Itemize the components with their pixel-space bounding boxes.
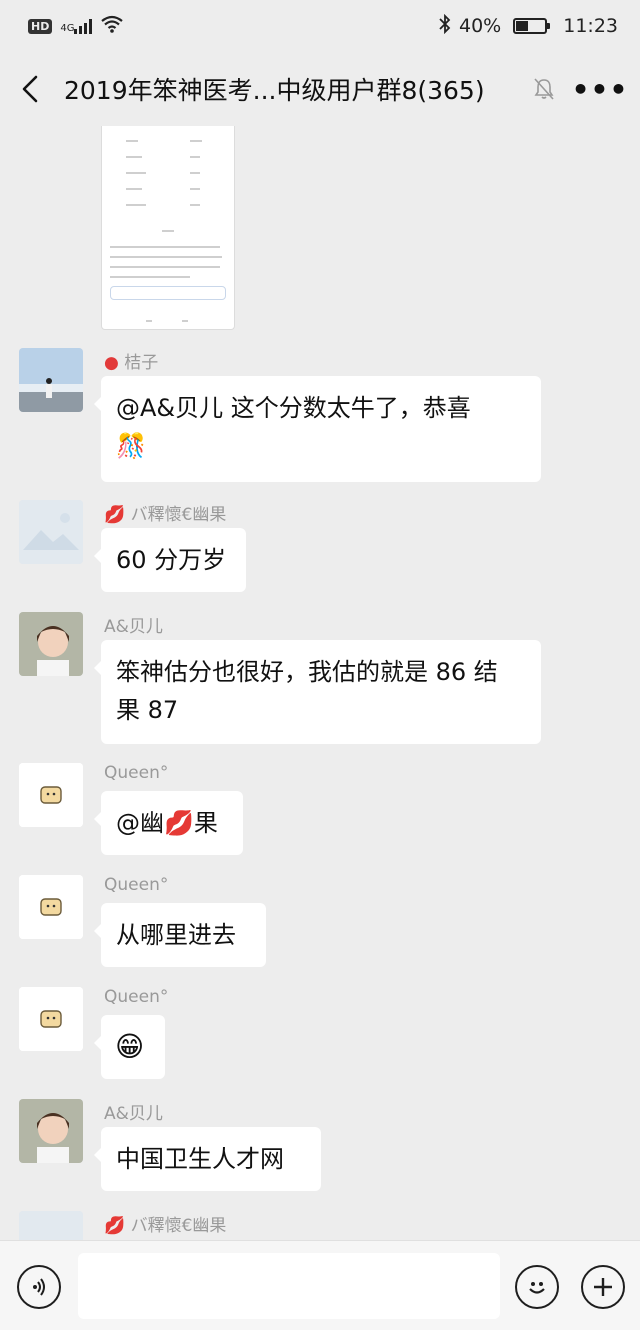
avatar[interactable] <box>19 987 83 1051</box>
message-bubble[interactable]: 60 分万岁 <box>94 528 246 592</box>
sender-name: Queen° <box>104 875 169 895</box>
message-bubble[interactable]: 笨神估分也很好，我估的就是 86 结 果 87 <box>94 640 541 744</box>
battery-percent: 40% <box>459 15 502 37</box>
message-text: 60 分万岁 <box>116 546 227 574</box>
clock: 11:23 <box>563 15 618 37</box>
input-bar <box>0 1240 640 1330</box>
celebration-emoji: 🎊 <box>116 432 146 460</box>
signal-icon: 4G <box>60 18 93 34</box>
avatar[interactable] <box>19 1211 83 1240</box>
avatar[interactable] <box>19 348 83 412</box>
chat-title: 2019年笨神医考...中级用户群8(365) <box>64 76 485 105</box>
plus-button[interactable] <box>581 1265 625 1309</box>
sender-label: 桔子 <box>124 353 159 373</box>
more-button[interactable]: ••• <box>572 69 628 109</box>
avatar[interactable] <box>19 763 83 827</box>
lips-icon: 💋 <box>104 1216 126 1236</box>
bluetooth-icon <box>439 13 451 39</box>
sender-name: Queen° <box>104 987 169 1007</box>
back-button[interactable] <box>20 69 50 109</box>
message-bubble[interactable]: 😁 <box>94 1015 165 1079</box>
message-text: @A&贝儿 这个分数太牛了，恭喜 <box>116 394 471 422</box>
sender-name: 💋 バ釋懷€幽果 <box>104 1211 226 1236</box>
sender-name: Queen° <box>104 763 169 783</box>
image-message-thumbnail[interactable] <box>101 126 235 330</box>
bell-off-icon <box>526 71 562 107</box>
message-bubble[interactable]: @幽💋果 <box>94 791 243 855</box>
lips-icon: 💋 <box>104 505 126 525</box>
avatar[interactable] <box>19 1099 83 1163</box>
emoji-button[interactable] <box>515 1265 559 1309</box>
message-text: 笨神估分也很好，我估的就是 86 结 <box>116 658 498 686</box>
message-bubble[interactable]: @A&贝儿 这个分数太牛了，恭喜 🎊 <box>94 376 541 482</box>
status-left: HD 4G <box>28 15 124 38</box>
chevron-left-icon <box>22 75 38 103</box>
sender-label: バ釋懷€幽果 <box>130 1216 227 1236</box>
lips-emoji: 💋 <box>164 809 194 837</box>
voice-button[interactable] <box>17 1265 61 1309</box>
sender-name: A&贝儿 <box>104 1104 163 1124</box>
battery-icon <box>513 18 551 34</box>
network-type: 4G <box>60 23 75 34</box>
message-text: 中国卫生人才网 <box>116 1145 284 1173</box>
message-list[interactable]: ● 桔子 @A&贝儿 这个分数太牛了，恭喜 🎊 💋 バ釋懷€幽果 60 分万岁 … <box>0 126 640 1240</box>
message-text: 果 <box>193 809 218 837</box>
message-input[interactable] <box>78 1253 500 1319</box>
smiley-icon <box>529 1282 545 1294</box>
chat-header: 2019年笨神医考...中级用户群8(365) ••• <box>0 52 640 126</box>
message-bubble[interactable]: 从哪里进去 <box>94 903 266 967</box>
status-bar: HD 4G 40% 11:23 <box>0 0 640 52</box>
balloon-icon: ● <box>104 353 119 373</box>
plus-icon <box>594 1278 612 1296</box>
message-text: 从哪里进去 <box>116 921 236 949</box>
status-right: 40% 11:23 <box>439 13 618 39</box>
hd-badge: HD <box>28 18 53 34</box>
grinning-emoji: 😁 <box>115 1030 145 1063</box>
wifi-icon <box>100 15 124 38</box>
message-text: @幽 <box>116 809 164 837</box>
sender-name: A&贝儿 <box>104 617 163 637</box>
avatar[interactable] <box>19 875 83 939</box>
avatar[interactable] <box>19 500 83 564</box>
message-bubble[interactable]: 中国卫生人才网 <box>94 1127 321 1191</box>
avatar[interactable] <box>19 612 83 676</box>
message-text: 果 87 <box>116 696 179 724</box>
sender-label: バ釋懷€幽果 <box>130 505 227 525</box>
sender-name: 💋 バ釋懷€幽果 <box>104 500 226 525</box>
voice-icon <box>33 1278 45 1296</box>
sender-name: ● 桔子 <box>104 348 158 373</box>
